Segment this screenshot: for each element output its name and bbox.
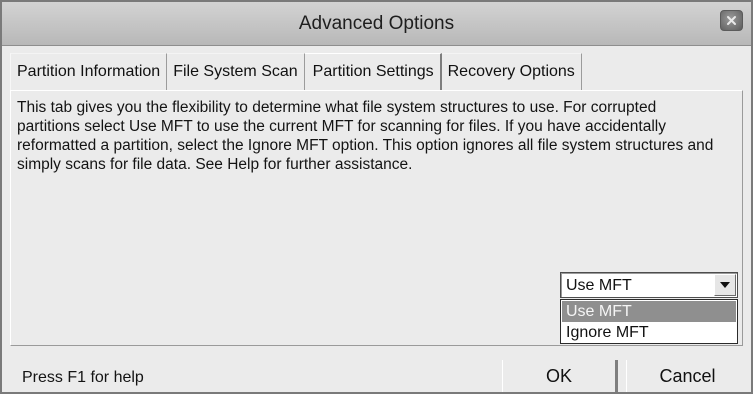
tab-label: File System Scan xyxy=(173,63,298,80)
dialog-footer: Press F1 for help OK Cancel xyxy=(2,352,751,392)
chevron-down-icon xyxy=(720,276,730,294)
advanced-options-dialog: Advanced Options Partition Information F… xyxy=(0,0,753,394)
mft-select[interactable]: Use MFT xyxy=(560,272,738,298)
ok-button[interactable]: OK xyxy=(502,360,618,392)
tab-recovery-options[interactable]: Recovery Options xyxy=(441,53,582,90)
option-ignore-mft[interactable]: Ignore MFT xyxy=(562,322,736,343)
tab-label: Recovery Options xyxy=(447,63,575,80)
ok-label: OK xyxy=(545,365,572,386)
dropdown-arrow-button[interactable] xyxy=(714,274,736,296)
tab-file-system-scan[interactable]: File System Scan xyxy=(167,53,305,90)
close-icon xyxy=(726,15,737,26)
mft-dropdown-list: Use MFT Ignore MFT xyxy=(560,299,738,344)
panel-description: This tab gives you the flexibility to de… xyxy=(17,99,714,173)
tab-label: Partition Information xyxy=(17,63,161,80)
tab-strip: Partition Information File System Scan P… xyxy=(10,53,582,90)
partition-settings-panel: This tab gives you the flexibility to de… xyxy=(10,90,743,346)
option-use-mft[interactable]: Use MFT xyxy=(562,301,736,322)
dialog-title: Advanced Options xyxy=(298,13,455,34)
close-button[interactable] xyxy=(720,10,743,31)
mft-select-value: Use MFT xyxy=(566,277,632,294)
cancel-button[interactable]: Cancel xyxy=(626,360,748,392)
tab-label: Partition Settings xyxy=(312,63,434,80)
tab-partition-settings[interactable]: Partition Settings xyxy=(304,53,442,90)
tab-partition-information[interactable]: Partition Information xyxy=(10,53,168,90)
title-bar[interactable]: Advanced Options xyxy=(2,2,751,46)
cancel-label: Cancel xyxy=(659,365,716,386)
help-hint: Press F1 for help xyxy=(22,369,144,386)
